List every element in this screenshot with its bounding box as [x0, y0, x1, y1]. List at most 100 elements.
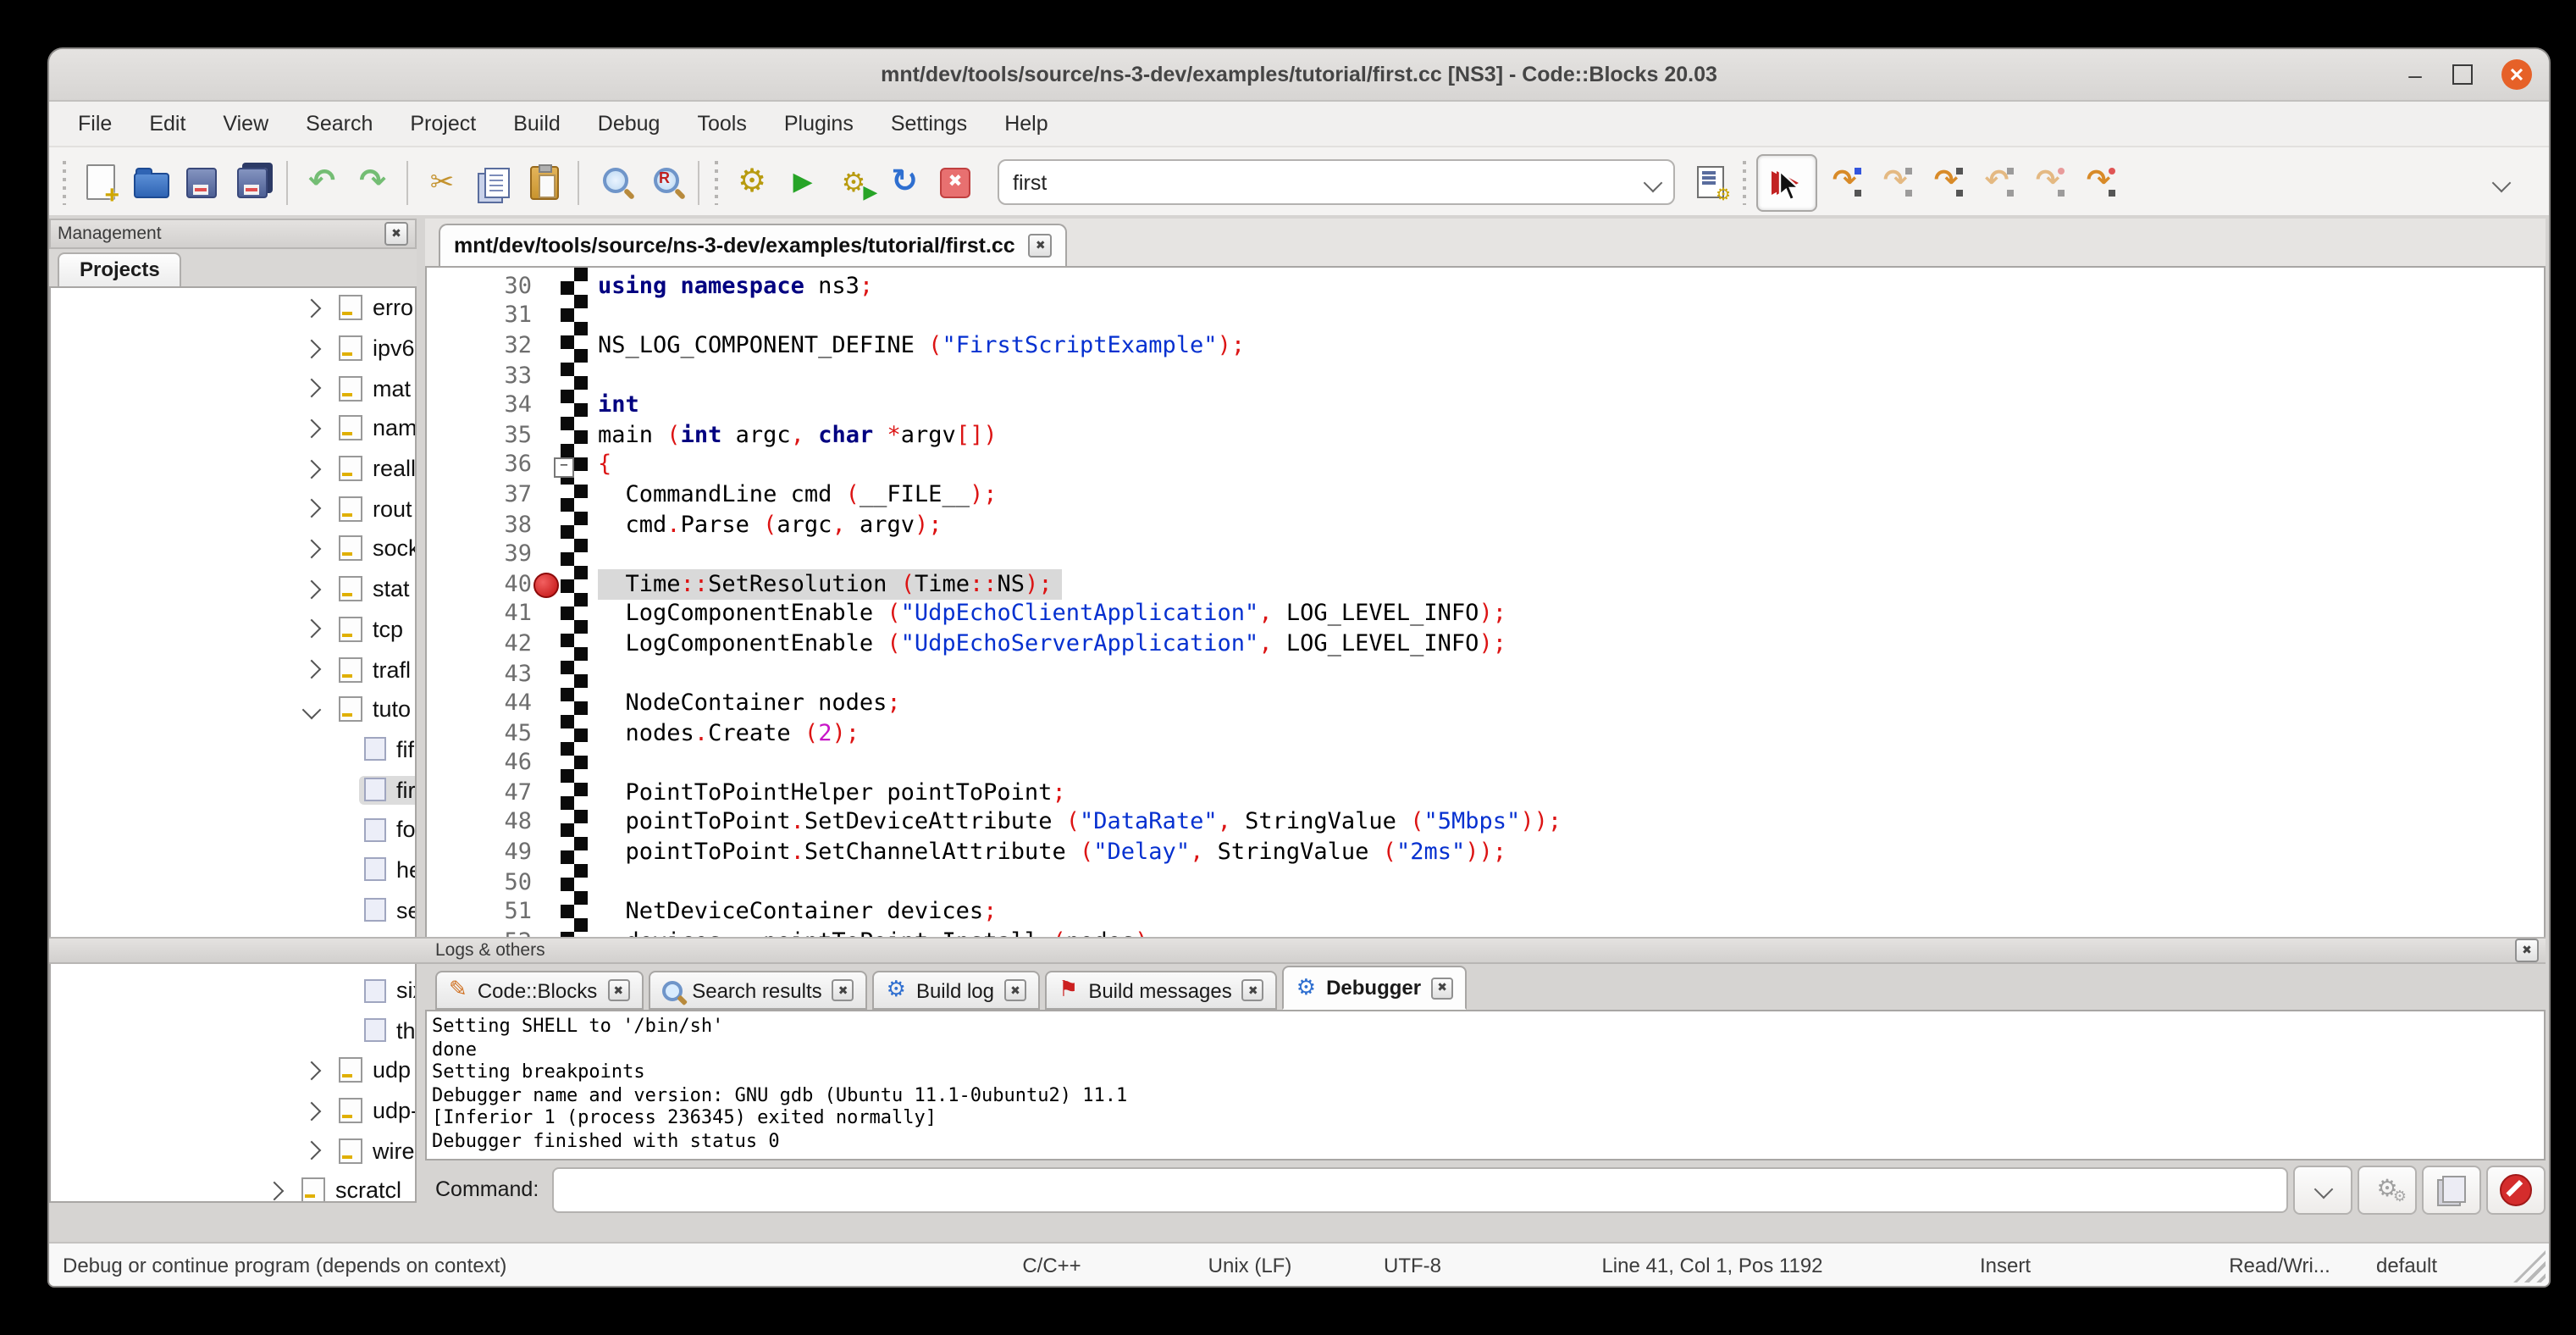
- chevron-collapsed-icon[interactable]: [302, 418, 322, 438]
- copy-log-button[interactable]: [2422, 1165, 2481, 1214]
- tab-projects[interactable]: Projects: [58, 252, 182, 286]
- rebuild-button[interactable]: ↻: [881, 158, 928, 206]
- save-all-button[interactable]: [229, 158, 276, 206]
- tree-item-udp-[interactable]: udp-: [51, 1091, 415, 1131]
- command-history-button[interactable]: [2293, 1165, 2352, 1214]
- log-tab-close-icon[interactable]: ✖: [607, 979, 629, 1001]
- menu-view[interactable]: View: [204, 102, 287, 146]
- tree-item-fif[interactable]: fif: [51, 729, 415, 769]
- debug-tools-button[interactable]: ⚙: [2358, 1165, 2417, 1214]
- tree-item-fir[interactable]: fir: [51, 770, 415, 810]
- tree-item-rout[interactable]: rout: [51, 489, 415, 529]
- tree-item-tuto[interactable]: tuto: [51, 690, 415, 729]
- menu-tools[interactable]: Tools: [678, 102, 765, 146]
- stop-debugger-button[interactable]: [2486, 1165, 2546, 1214]
- logs-close-icon[interactable]: ✖: [2515, 939, 2539, 962]
- abort-button[interactable]: ✖: [931, 158, 979, 206]
- debug-continue-button[interactable]: [1756, 153, 1817, 211]
- tree-item-tcp[interactable]: tcp: [51, 609, 415, 649]
- paste-button[interactable]: [520, 158, 567, 206]
- chevron-collapsed-icon[interactable]: [302, 540, 322, 559]
- undo-button[interactable]: ↶: [298, 158, 345, 206]
- code-editor[interactable]: 30using namespace ns3;3132NS_LOG_COMPONE…: [425, 266, 2546, 959]
- toolbar-grip[interactable]: [1741, 160, 1750, 204]
- editor-tab-first-cc[interactable]: mnt/dev/tools/source/ns-3-dev/examples/t…: [439, 224, 1068, 266]
- menu-file[interactable]: File: [59, 102, 130, 146]
- tree-item-se[interactable]: se: [51, 890, 415, 930]
- debugger-log-output[interactable]: Setting SHELL to '/bin/sh'doneSetting br…: [425, 1010, 2546, 1161]
- editor-tab-close-icon[interactable]: ✖: [1029, 234, 1053, 258]
- menu-build[interactable]: Build: [495, 102, 579, 146]
- chevron-collapsed-icon[interactable]: [302, 459, 322, 479]
- tree-item-scratcl[interactable]: scratcl: [51, 1171, 415, 1203]
- menu-search[interactable]: Search: [287, 102, 391, 146]
- chevron-collapsed-icon[interactable]: [302, 339, 322, 358]
- menu-plugins[interactable]: Plugins: [766, 102, 872, 146]
- tree-item-nam[interactable]: nam: [51, 408, 415, 448]
- step-out-button[interactable]: ↶: [1973, 158, 2020, 206]
- log-tab-close-icon[interactable]: ✖: [1242, 979, 1264, 1001]
- save-button[interactable]: [178, 158, 225, 206]
- chevron-collapsed-icon[interactable]: [302, 1061, 322, 1080]
- build-and-run-button[interactable]: ⚙▶: [830, 158, 877, 206]
- run-button[interactable]: ▶: [779, 158, 826, 206]
- chevron-collapsed-icon[interactable]: [265, 1182, 285, 1201]
- logs-caption[interactable]: Logs & others ✖: [49, 937, 2546, 964]
- log-tab-close-icon[interactable]: ✖: [832, 979, 854, 1001]
- tree-item-stat[interactable]: stat: [51, 569, 415, 609]
- breakpoint-icon[interactable]: [533, 573, 559, 598]
- build-target-button[interactable]: [1687, 158, 1734, 206]
- cut-button[interactable]: ✂: [418, 158, 466, 206]
- tree-item-six[interactable]: six: [51, 970, 415, 1010]
- command-input[interactable]: [552, 1166, 2288, 1212]
- resize-grip[interactable]: [2513, 1250, 2546, 1282]
- tree-item-wire[interactable]: wire: [51, 1131, 415, 1171]
- new-file-button[interactable]: +: [76, 158, 124, 206]
- log-tab-search-results[interactable]: Search results✖: [648, 971, 867, 1010]
- menu-edit[interactable]: Edit: [130, 102, 204, 146]
- toolbar-grip[interactable]: [713, 160, 721, 204]
- chevron-collapsed-icon[interactable]: [302, 619, 322, 639]
- replace-button[interactable]: R: [640, 158, 688, 206]
- chevron-collapsed-icon[interactable]: [302, 660, 322, 679]
- step-into-instruction-button[interactable]: ↷: [2075, 158, 2122, 206]
- menu-settings[interactable]: Settings: [872, 102, 986, 146]
- tree-item-udp[interactable]: udp: [51, 1050, 415, 1090]
- chevron-collapsed-icon[interactable]: [302, 499, 322, 518]
- chevron-collapsed-icon[interactable]: [302, 1141, 322, 1161]
- tree-item-sock[interactable]: sock: [51, 529, 415, 568]
- toolbar-overflow-button[interactable]: [2478, 158, 2525, 206]
- redo-button[interactable]: ↷: [349, 158, 396, 206]
- log-tab-debugger[interactable]: ⚙Debugger✖: [1283, 966, 1467, 1010]
- management-caption[interactable]: Management ✖: [49, 219, 417, 249]
- tree-item-ipv6[interactable]: ipv6: [51, 328, 415, 368]
- chevron-collapsed-icon[interactable]: [302, 298, 322, 318]
- menu-project[interactable]: Project: [391, 102, 495, 146]
- minimize-button[interactable]: –: [2393, 49, 2437, 100]
- tree-item-th[interactable]: th: [51, 1011, 415, 1050]
- management-close-icon[interactable]: ✖: [384, 222, 408, 246]
- step-into-button[interactable]: ↷: [1922, 158, 1970, 206]
- tree-item-mat[interactable]: mat: [51, 368, 415, 408]
- log-tab-build-messages[interactable]: ⚑Build messages✖: [1045, 971, 1278, 1010]
- log-tab-close-icon[interactable]: ✖: [1431, 977, 1453, 999]
- find-button[interactable]: [589, 158, 637, 206]
- tree-item-trafl[interactable]: trafl: [51, 649, 415, 689]
- chevron-down-icon[interactable]: [1644, 173, 1663, 192]
- close-button[interactable]: ✕: [2495, 49, 2539, 100]
- fold-collapse-icon[interactable]: −: [554, 457, 574, 477]
- next-line-button[interactable]: ↷: [1871, 158, 1919, 206]
- build-button[interactable]: ⚙: [728, 158, 776, 206]
- maximize-button[interactable]: [2441, 49, 2485, 100]
- chevron-collapsed-icon[interactable]: [302, 579, 322, 599]
- tree-item-erro[interactable]: erro: [51, 288, 415, 328]
- tree-item-fo[interactable]: fo: [51, 810, 415, 850]
- run-to-cursor-button[interactable]: ↷: [1821, 158, 1868, 206]
- toolbar-grip[interactable]: [61, 160, 69, 204]
- copy-button[interactable]: [469, 158, 517, 206]
- menu-help[interactable]: Help: [986, 102, 1066, 146]
- chevron-collapsed-icon[interactable]: [302, 1101, 322, 1121]
- open-file-button[interactable]: [127, 158, 174, 206]
- chevron-collapsed-icon[interactable]: [302, 379, 322, 398]
- log-tab-code-blocks[interactable]: ✎Code::Blocks✖: [435, 971, 643, 1010]
